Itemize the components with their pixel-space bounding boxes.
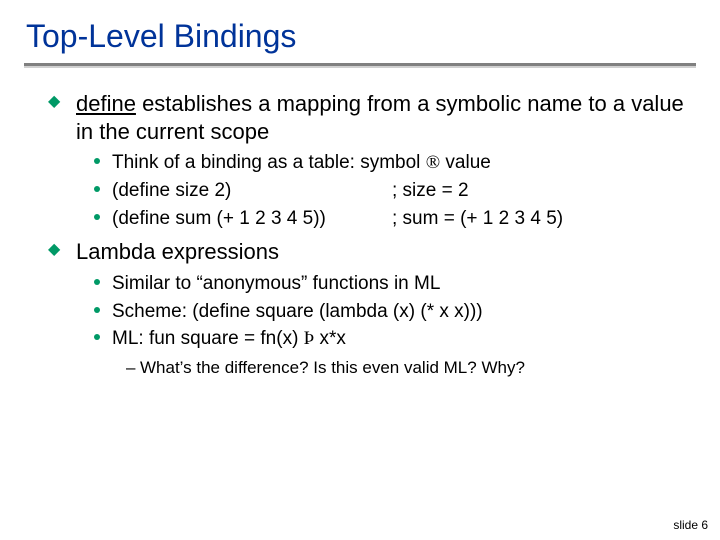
text: Scheme: (define square (lambda (x) (* x … [112,301,483,322]
sub-ml: ML: fun square = fn(x) Þ x*x [94,327,698,351]
code: (define sum (+ 1 2 3 4 5)) [112,207,392,231]
text: x*x [314,328,346,349]
sub-define-sum: (define sum (+ 1 2 3 4 5)) ; sum = (+ 1 … [94,207,698,231]
bullet-icon [94,334,100,340]
sub-define-size: (define size 2) ; size = 2 [94,179,698,203]
text: ML: fun square = fn(x) [112,328,304,349]
sub-anon: Similar to “anonymous” functions in ML [94,272,698,296]
sub-binding-table: Think of a binding as a table: symbol ® … [94,151,698,175]
lambda-head: Lambda expressions [76,239,279,264]
sub-scheme: Scheme: (define square (lambda (x) (* x … [94,300,698,324]
sub-question: – What’s the difference? Is this even va… [126,357,698,378]
bullet-icon [94,307,100,313]
comment: ; size = 2 [392,179,469,203]
bullet-icon [94,186,100,192]
arrow-icon: ® [426,152,440,173]
define-keyword: define [76,91,136,116]
text: Similar to “anonymous” functions in ML [112,273,440,294]
comment: ; sum = (+ 1 2 3 4 5) [392,207,563,231]
text: Think of a binding as a table: symbol [112,152,426,173]
double-arrow-icon: Þ [304,328,315,349]
bullet-lambda: ◆ Lambda expressions [48,238,698,266]
bullet-define: ◆ define establishes a mapping from a sy… [48,90,698,145]
text: What’s the difference? Is this even vali… [140,358,525,377]
code: (define size 2) [112,179,392,203]
slide-title: Top-Level Bindings [0,0,720,55]
bullet-icon [94,158,100,164]
text: value [440,152,491,173]
define-rest: establishes a mapping from a symbolic na… [76,91,684,144]
bullet-icon [94,214,100,220]
slide-body: ◆ define establishes a mapping from a sy… [0,66,720,378]
slide-number: slide 6 [673,518,708,532]
diamond-icon: ◆ [48,242,60,258]
dash-icon: – [126,357,135,378]
bullet-icon [94,279,100,285]
diamond-icon: ◆ [48,94,60,110]
